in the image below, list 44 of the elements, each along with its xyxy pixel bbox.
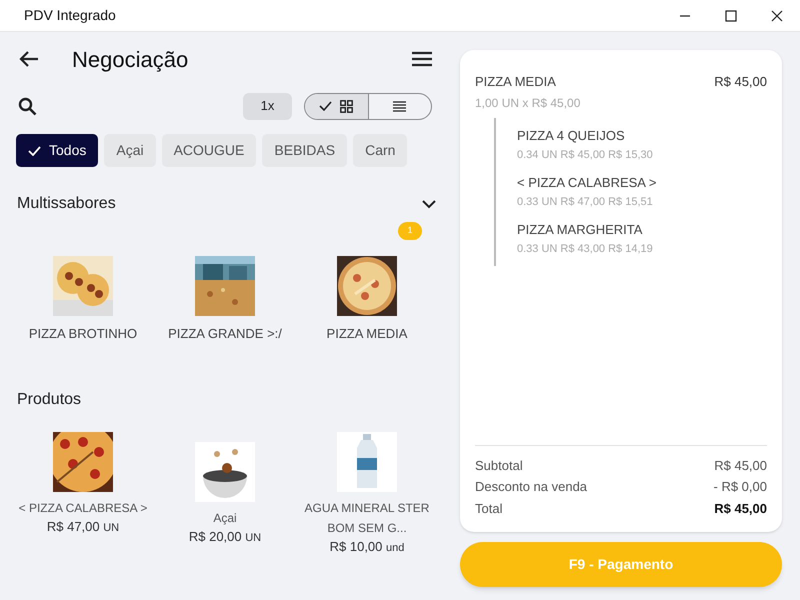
flavor-detail: 0.33 UN R$ 47,00 R$ 15,51 <box>517 195 654 210</box>
category-chip[interactable]: Carn <box>353 134 408 167</box>
flavor-detail: 0.34 UN R$ 45,00 R$ 15,30 <box>517 148 654 163</box>
product-name: PIZZA BROTINHO <box>28 325 138 343</box>
chevron-icon[interactable] <box>422 200 436 208</box>
section-title: Produtos <box>16 390 82 410</box>
flavor-detail: 0.33 UN R$ 43,00 R$ 14,19 <box>517 242 654 257</box>
quantity-button[interactable]: 1x <box>243 92 292 120</box>
summary-label: Desconto na venda <box>475 478 588 496</box>
product-name: PIZZA GRANDE >:/ <box>168 325 282 343</box>
count-badge: 1 <box>398 222 422 240</box>
check-icon <box>28 146 41 156</box>
summary-value: - R$ 0,00 <box>714 478 767 496</box>
order-item-name: PIZZA MEDIA <box>475 73 556 91</box>
check-icon <box>319 101 332 111</box>
page-title: Negociação <box>72 46 190 74</box>
order-item-total: R$ 45,00 <box>714 73 767 91</box>
product-name: < PIZZA CALABRESA > <box>18 500 148 517</box>
category-chip[interactable]: BEBIDAS <box>262 134 348 167</box>
grid-icon <box>340 100 354 112</box>
category-chip[interactable]: ACOUGUE <box>162 134 256 167</box>
flavor-name: PIZZA MARGHERITA <box>517 220 644 238</box>
product-name: Açai <box>212 510 238 527</box>
category-chip[interactable]: Açai <box>104 134 156 167</box>
product-price: R$ 47,00 UN <box>46 518 120 536</box>
product-name: AGUA MINERAL STER BOM SEM G... <box>304 500 430 537</box>
view-switch[interactable] <box>304 92 432 120</box>
order-item-detail: 1,00 UN x R$ 45,00 <box>475 94 582 112</box>
product-name: PIZZA MEDIA <box>326 325 408 343</box>
flavor-name: PIZZA 4 QUEIJOS <box>517 126 626 144</box>
flavor-name: < PIZZA CALABRESA > <box>517 174 658 192</box>
window-title: PDV Integrado <box>23 6 117 25</box>
product-price: R$ 10,00 und <box>330 538 404 556</box>
list-icon <box>393 100 406 112</box>
grid-view-toggle[interactable] <box>305 94 368 118</box>
summary-value: R$ 45,00 <box>714 456 767 474</box>
summary-value: R$ 45,00 <box>714 500 767 518</box>
summary-label: Total <box>475 500 502 518</box>
menu-icon[interactable] <box>412 51 432 67</box>
product-price: R$ 20,00 UN <box>188 528 262 546</box>
summary-label: Subtotal <box>475 456 523 474</box>
search-icon[interactable] <box>18 96 37 116</box>
category-chip[interactable]: Todos <box>16 134 98 167</box>
section-title: Multissabores <box>17 194 117 214</box>
